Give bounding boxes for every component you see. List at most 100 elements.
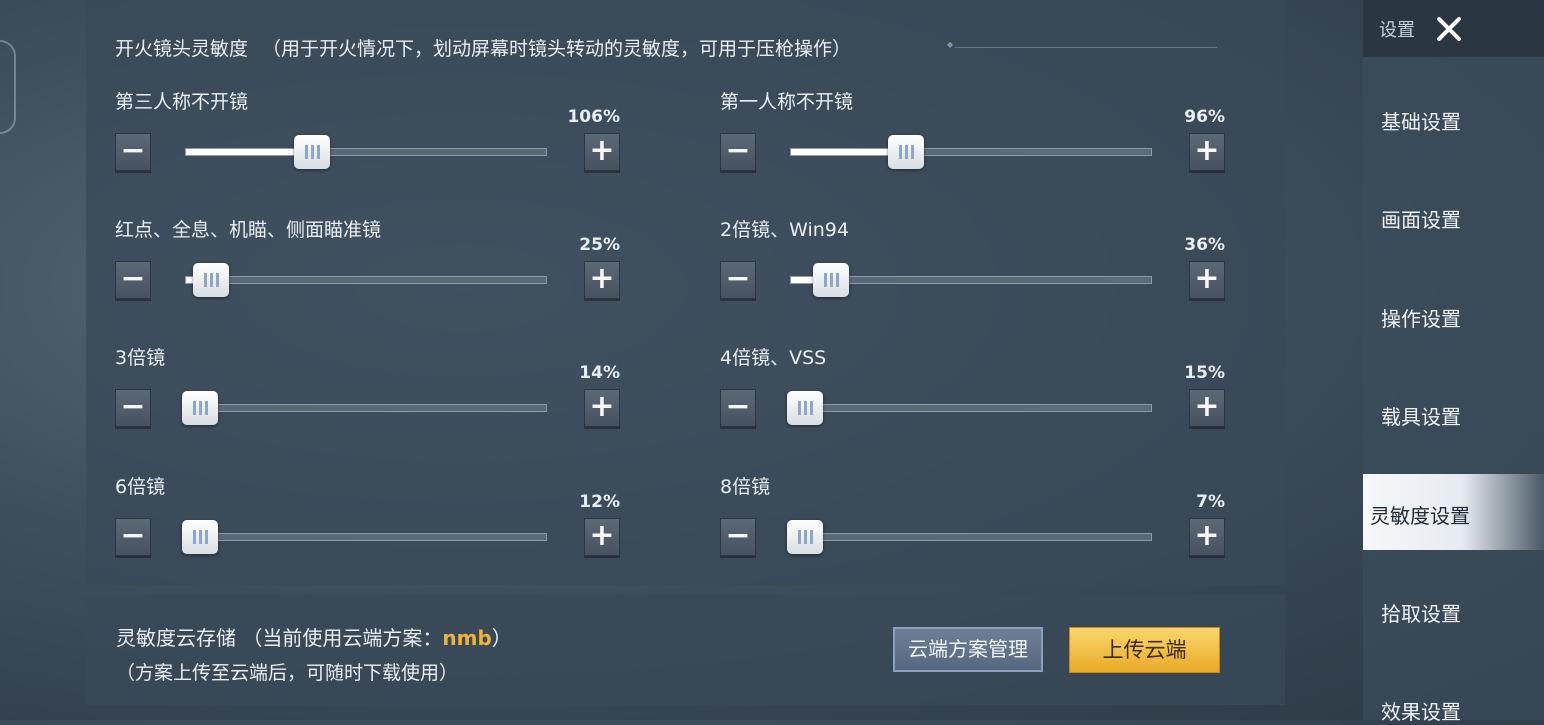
slider-red-dot-holo: 红点、全息、机瞄、侧面瞄准镜 25% − +: [115, 215, 620, 315]
sidebar-item-controls[interactable]: 操作设置: [1363, 277, 1544, 353]
cloud-plan-manage-button[interactable]: 云端方案管理: [893, 627, 1043, 672]
close-icon[interactable]: [1430, 10, 1468, 48]
sidebar-item-label: 载具设置: [1381, 405, 1461, 429]
plus-button[interactable]: +: [584, 261, 620, 299]
sidebar-item-label: 画面设置: [1381, 208, 1461, 232]
sidebar-item-graphics[interactable]: 画面设置: [1363, 178, 1544, 254]
minus-icon: −: [725, 389, 751, 424]
plus-button[interactable]: +: [1189, 133, 1225, 171]
section-note: （用于开火情况下，划动屏幕时镜头转动的灵敏度，可用于压枪操作）: [262, 38, 852, 60]
slider-8x: 8倍镜 7% − +: [720, 472, 1225, 572]
slider-label: 红点、全息、机瞄、侧面瞄准镜: [115, 219, 382, 241]
minus-icon: −: [725, 261, 751, 296]
minus-button[interactable]: −: [720, 518, 756, 556]
slider-thumb[interactable]: [888, 135, 925, 169]
sidebar-item-basic[interactable]: 基础设置: [1363, 80, 1544, 156]
header-divider: [947, 40, 1217, 49]
minus-icon: −: [120, 261, 146, 296]
plus-icon: +: [589, 133, 615, 168]
section-title: 开火镜头灵敏度: [115, 38, 249, 60]
slider-track[interactable]: [182, 391, 547, 425]
plus-icon: +: [589, 518, 615, 553]
plus-button[interactable]: +: [584, 133, 620, 171]
plus-icon: +: [1194, 389, 1220, 424]
slider-value: 36%: [1184, 235, 1225, 255]
slider-third-person-no-scope: 第三人称不开镜 106% − +: [115, 87, 620, 187]
plus-icon: +: [1194, 518, 1220, 553]
slider-label: 第三人称不开镜: [115, 91, 249, 113]
slider-4x-vss: 4倍镜、VSS 15% − +: [720, 343, 1225, 443]
minus-icon: −: [725, 133, 751, 168]
minus-icon: −: [120, 133, 146, 168]
slider-value: 12%: [579, 492, 620, 512]
plus-icon: +: [589, 261, 615, 296]
slider-track[interactable]: [790, 135, 1152, 169]
minus-button[interactable]: −: [720, 389, 756, 427]
slider-thumb[interactable]: [787, 391, 824, 425]
plus-button[interactable]: +: [584, 389, 620, 427]
section-header: 开火镜头灵敏度 （用于开火情况下，划动屏幕时镜头转动的灵敏度，可用于压枪操作）: [115, 34, 851, 61]
cloud-storage-note: （方案上传至云端后，可随时下载使用）: [116, 662, 459, 684]
plus-button[interactable]: +: [584, 518, 620, 556]
sidebar-item-pickup[interactable]: 拾取设置: [1363, 572, 1544, 648]
slider-label: 8倍镜: [720, 476, 771, 498]
sidebar-item-effects[interactable]: 效果设置: [1363, 670, 1544, 724]
sidebar-item-label: 灵敏度设置: [1370, 504, 1470, 528]
slider-track[interactable]: [185, 263, 547, 297]
cloud-current-suffix: ）: [491, 626, 512, 650]
sidebar-item-sensitivity[interactable]: 灵敏度设置: [1363, 474, 1544, 550]
minus-icon: −: [120, 389, 146, 424]
minus-button[interactable]: −: [115, 518, 151, 556]
cloud-storage-title: 灵敏度云存储 （当前使用云端方案：nmb）: [116, 622, 512, 651]
slider-first-person-no-scope: 第一人称不开镜 96% − +: [720, 87, 1225, 187]
plus-button[interactable]: +: [1189, 518, 1225, 556]
cloud-current-prefix: （当前使用云端方案：: [242, 626, 443, 650]
slider-thumb[interactable]: [812, 263, 849, 297]
slider-label: 2倍镜、Win94: [720, 219, 849, 241]
slider-label: 第一人称不开镜: [720, 91, 854, 113]
sidebar-item-label: 效果设置: [1381, 700, 1461, 724]
plus-button[interactable]: +: [1189, 389, 1225, 427]
slider-thumb[interactable]: [787, 520, 824, 554]
sidebar-item-vehicle[interactable]: 载具设置: [1363, 375, 1544, 451]
slider-value: 7%: [1196, 492, 1225, 512]
slider-6x: 6倍镜 12% − +: [115, 472, 620, 572]
slider-label: 3倍镜: [115, 347, 166, 369]
slider-thumb[interactable]: [193, 263, 230, 297]
background-decoration: [0, 40, 16, 134]
slider-label: 6倍镜: [115, 476, 166, 498]
upload-cloud-button[interactable]: 上传云端: [1069, 627, 1220, 673]
slider-label: 4倍镜、VSS: [720, 347, 827, 369]
minus-button[interactable]: −: [720, 261, 756, 299]
minus-icon: −: [725, 518, 751, 553]
minus-button[interactable]: −: [720, 133, 756, 171]
current-plan-name: nmb: [442, 626, 492, 650]
slider-value: 96%: [1184, 107, 1225, 127]
sidebar-item-label: 基础设置: [1381, 110, 1461, 134]
slider-track[interactable]: [790, 263, 1152, 297]
slider-value: 15%: [1184, 363, 1225, 383]
plus-icon: +: [589, 389, 615, 424]
slider-thumb[interactable]: [182, 520, 219, 554]
minus-icon: −: [120, 518, 146, 553]
slider-track[interactable]: [787, 520, 1152, 554]
slider-thumb[interactable]: [294, 135, 330, 169]
slider-track[interactable]: [185, 135, 547, 169]
slider-value: 106%: [567, 107, 620, 127]
sidebar-title: 设置: [1379, 20, 1415, 41]
slider-thumb[interactable]: [182, 391, 219, 425]
slider-track[interactable]: [787, 391, 1152, 425]
slider-track[interactable]: [182, 520, 547, 554]
plus-button[interactable]: +: [1189, 261, 1225, 299]
minus-button[interactable]: −: [115, 133, 151, 171]
slider-value: 25%: [579, 235, 620, 255]
slider-value: 14%: [579, 363, 620, 383]
slider-3x: 3倍镜 14% − +: [115, 343, 620, 443]
minus-button[interactable]: −: [115, 389, 151, 427]
sidebar-item-label: 操作设置: [1381, 307, 1461, 331]
plus-icon: +: [1194, 133, 1220, 168]
plus-icon: +: [1194, 261, 1220, 296]
cloud-title-text: 灵敏度云存储: [116, 626, 236, 650]
minus-button[interactable]: −: [115, 261, 151, 299]
sidebar-item-label: 拾取设置: [1381, 602, 1461, 626]
